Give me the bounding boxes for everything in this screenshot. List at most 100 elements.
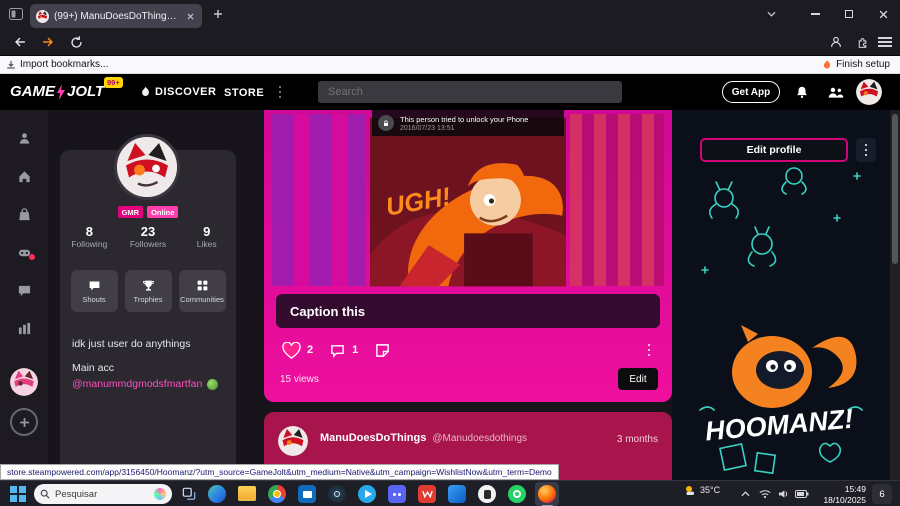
post2-avatar[interactable] bbox=[278, 426, 308, 456]
scrollbar-thumb[interactable] bbox=[892, 114, 898, 264]
tray-chevron-icon[interactable] bbox=[738, 487, 752, 501]
import-bookmarks-label: Import bookmarks... bbox=[20, 59, 109, 70]
stat-likes[interactable]: 9 Likes bbox=[177, 224, 236, 249]
trophies-label: Trophies bbox=[133, 294, 163, 304]
window-close-button[interactable] bbox=[866, 0, 900, 28]
browser-tab[interactable]: (99+) ManuDoesDoThings (@M bbox=[30, 4, 202, 28]
post-art-pattern-left bbox=[272, 114, 366, 286]
site-search[interactable] bbox=[318, 81, 622, 103]
chrome-icon[interactable] bbox=[268, 485, 286, 503]
store-app-icon[interactable] bbox=[298, 485, 316, 503]
whatsapp-icon[interactable] bbox=[508, 485, 526, 503]
back-button[interactable] bbox=[8, 30, 32, 54]
post-edit-button[interactable]: Edit bbox=[618, 368, 658, 390]
firefox-taskbar-item[interactable] bbox=[535, 482, 559, 506]
window-minimize-button[interactable] bbox=[798, 0, 832, 28]
wps-icon[interactable] bbox=[418, 485, 436, 503]
reload-button[interactable] bbox=[64, 30, 88, 54]
user-avatar[interactable] bbox=[856, 79, 882, 105]
status-bar-link: store.steampowered.com/app/3156450/Hooma… bbox=[0, 464, 559, 480]
communities-button[interactable]: Communities bbox=[178, 270, 226, 312]
lightning-bolt-icon bbox=[57, 83, 65, 100]
shouts-label: Shouts bbox=[82, 294, 106, 304]
logo-text-left: GAME bbox=[10, 83, 55, 100]
profile-avatar[interactable] bbox=[114, 134, 180, 200]
overlay-timestamp: 2016/07/23 13:51 bbox=[400, 124, 455, 132]
extensions-icon[interactable] bbox=[850, 30, 874, 54]
shouts-button[interactable]: Shouts bbox=[70, 270, 118, 312]
app-sidebar bbox=[0, 110, 48, 480]
epic-icon[interactable] bbox=[478, 485, 496, 503]
notification-center-badge[interactable]: 6 bbox=[872, 484, 892, 504]
notifications-bell-icon[interactable] bbox=[792, 82, 812, 102]
discover-label: DISCOVER bbox=[155, 85, 217, 98]
comment-button[interactable] bbox=[327, 340, 347, 360]
steam-icon[interactable] bbox=[328, 485, 346, 503]
comment-count: 1 bbox=[352, 344, 359, 356]
post-views: 15 views bbox=[280, 374, 319, 385]
like-button[interactable] bbox=[280, 339, 302, 361]
home-icon[interactable] bbox=[16, 168, 32, 184]
sticker-button[interactable] bbox=[372, 340, 392, 360]
store-icon[interactable] bbox=[16, 206, 32, 222]
cover-art-illustration: HOOMANZ! bbox=[672, 110, 890, 480]
profile-bio-link-row: @manummdgmodsfmartfan bbox=[72, 378, 219, 390]
clock-time: 15:49 bbox=[844, 484, 866, 494]
post2-author[interactable]: ManuDoesDoThings bbox=[320, 432, 426, 444]
site-search-input[interactable] bbox=[318, 81, 622, 103]
stat-following[interactable]: 8 Following bbox=[60, 224, 119, 249]
firefox-icon bbox=[538, 485, 556, 503]
volume-icon[interactable] bbox=[776, 487, 790, 501]
battery-icon[interactable] bbox=[794, 487, 810, 501]
nav-more-icon[interactable] bbox=[274, 85, 286, 99]
edit-profile-button[interactable]: Edit profile bbox=[700, 138, 848, 162]
tab-close-icon[interactable] bbox=[184, 10, 196, 22]
profile-badges: GMR Online bbox=[60, 206, 236, 218]
firefox-view-icon[interactable] bbox=[7, 6, 25, 22]
weather-widget[interactable]: 35°C bbox=[684, 484, 720, 496]
post-options-icon[interactable] bbox=[642, 342, 656, 358]
trophies-button[interactable]: Trophies bbox=[124, 270, 172, 312]
window-restore-button[interactable] bbox=[832, 0, 866, 28]
profile-stats: 8 Following 23 Followers 9 Likes bbox=[60, 224, 236, 249]
post-image[interactable]: UGH! bbox=[370, 116, 566, 288]
stat-followers[interactable]: 23 Followers bbox=[119, 224, 178, 249]
task-view-icon[interactable] bbox=[180, 485, 198, 503]
wifi-icon[interactable] bbox=[758, 487, 772, 501]
finish-setup-button[interactable]: Finish setup bbox=[822, 59, 890, 70]
post2-handle[interactable]: @Manudoesdothings bbox=[432, 433, 527, 444]
clock-widget[interactable]: 15:49 18/10/2025 bbox=[816, 484, 866, 505]
profile-shortcut-icon[interactable] bbox=[16, 130, 32, 146]
forward-button[interactable] bbox=[36, 30, 60, 54]
nav-discover[interactable]: DISCOVER bbox=[140, 85, 216, 98]
menu-icon[interactable] bbox=[878, 37, 892, 47]
gamejolt-topnav: GAME JOLT 99+ DISCOVER STORE Get App bbox=[0, 74, 900, 110]
nav-store[interactable]: STORE bbox=[224, 87, 264, 99]
import-bookmarks-button[interactable]: Import bookmarks... bbox=[6, 59, 108, 70]
trophy-icon bbox=[142, 280, 154, 291]
page-scrollbar bbox=[890, 110, 900, 480]
bookmarks-bar: Import bookmarks... Finish setup bbox=[0, 56, 900, 74]
account-icon[interactable] bbox=[824, 30, 848, 54]
gamejolt-logo[interactable]: GAME JOLT bbox=[10, 83, 104, 100]
edge-icon[interactable] bbox=[208, 485, 226, 503]
messages-icon[interactable] bbox=[16, 282, 32, 298]
file-explorer-icon[interactable] bbox=[238, 486, 256, 501]
lock-icon bbox=[378, 115, 394, 131]
library-icon[interactable] bbox=[16, 320, 32, 336]
profile-link[interactable]: @manummdgmodsfmartfan bbox=[72, 378, 202, 390]
discord-icon[interactable] bbox=[388, 485, 406, 503]
taskbar-search[interactable]: Pesquisar bbox=[34, 484, 172, 504]
start-button[interactable] bbox=[10, 486, 26, 502]
telegram-icon[interactable] bbox=[358, 485, 376, 503]
post2-age[interactable]: 3 months bbox=[617, 434, 658, 445]
get-app-button[interactable]: Get App bbox=[722, 81, 780, 103]
list-all-tabs-icon[interactable] bbox=[762, 6, 780, 22]
sidebar-avatar[interactable] bbox=[10, 368, 38, 396]
profile-options-icon[interactable] bbox=[856, 138, 876, 162]
vscode-icon[interactable] bbox=[448, 485, 466, 503]
friends-icon[interactable] bbox=[824, 82, 846, 102]
add-button[interactable] bbox=[10, 408, 38, 436]
gmr-badge[interactable]: GMR bbox=[117, 206, 144, 218]
new-tab-button[interactable] bbox=[210, 6, 226, 22]
